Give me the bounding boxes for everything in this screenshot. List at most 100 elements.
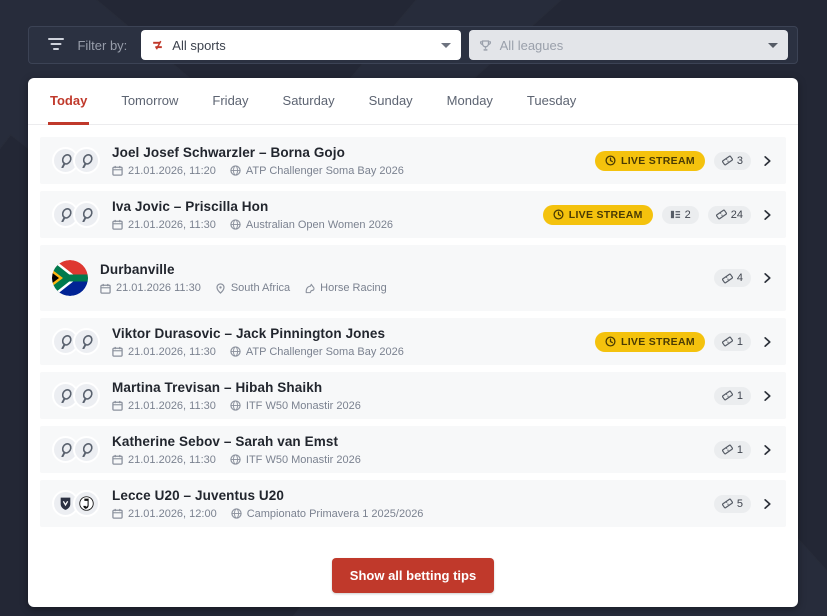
tips-count-pill: 4 — [714, 269, 751, 287]
tennis-racket-icon — [73, 436, 100, 463]
calendar-icon — [112, 219, 123, 230]
event-flag — [52, 260, 88, 296]
tab-saturday[interactable]: Saturday — [281, 78, 337, 125]
show-all-betting-tips-button[interactable]: Show all betting tips — [332, 558, 494, 593]
match-league: ITF W50 Monastir 2026 — [230, 454, 361, 466]
chevron-right-icon[interactable] — [760, 271, 774, 285]
leagues-dropdown[interactable]: All leagues — [469, 30, 788, 60]
globe-icon — [230, 400, 241, 411]
globe-icon — [230, 219, 241, 230]
calendar-icon — [112, 165, 123, 176]
chevron-right-icon[interactable] — [760, 443, 774, 457]
globe-icon — [231, 508, 242, 519]
chevron-right-icon[interactable] — [760, 154, 774, 168]
chevron-right-icon[interactable] — [760, 335, 774, 349]
match-league: ITF W50 Monastir 2026 — [230, 400, 361, 412]
match-row[interactable]: Viktor Durasovic – Jack Pinnington Jones… — [40, 318, 786, 365]
match-title: Joel Josef Schwarzler – Borna Gojo — [112, 145, 404, 160]
match-row[interactable]: Lecce U20 – Juventus U20 21.01.2026, 12:… — [40, 480, 786, 527]
ticket-icon — [722, 155, 733, 166]
tennis-racket-icon — [73, 147, 100, 174]
day-tabs: Today Tomorrow Friday Saturday Sunday Mo… — [28, 78, 798, 125]
chevron-down-icon — [768, 43, 778, 48]
calendar-icon — [112, 400, 123, 411]
location-pin-icon — [215, 283, 226, 294]
horse-icon — [304, 283, 315, 294]
chevron-right-icon[interactable] — [760, 389, 774, 403]
chevron-down-icon — [441, 43, 451, 48]
player-avatars — [52, 382, 100, 409]
ticket-icon — [722, 336, 733, 347]
player-avatars — [52, 328, 100, 355]
match-datetime: 21.01.2026, 11:30 — [112, 400, 216, 412]
chevron-right-icon[interactable] — [760, 208, 774, 222]
player-avatars — [52, 201, 100, 228]
live-stream-badge: LIVE STREAM — [595, 151, 705, 171]
tennis-racket-icon — [73, 328, 100, 355]
match-datetime: 21.01.2026, 11:30 — [112, 454, 216, 466]
match-datetime: 21.01.2026, 11:20 — [112, 165, 216, 177]
filter-by-label: Filter by: — [77, 38, 127, 53]
tab-monday[interactable]: Monday — [445, 78, 495, 125]
calendar-icon — [112, 346, 123, 357]
calendar-icon — [112, 508, 123, 519]
globe-icon — [230, 165, 241, 176]
team-badges — [52, 490, 100, 517]
sports-dropdown[interactable]: All sports — [141, 30, 460, 60]
match-row[interactable]: Joel Josef Schwarzler – Borna Gojo 21.01… — [40, 137, 786, 184]
match-row[interactable]: Martina Trevisan – Hibah Shaikh 21.01.20… — [40, 372, 786, 419]
ticket-icon — [722, 390, 733, 401]
match-league: ATP Challenger Soma Bay 2026 — [230, 165, 404, 177]
match-league: Campionato Primavera 1 2025/2026 — [231, 508, 424, 520]
match-datetime: 21.01.2026, 11:30 — [112, 219, 216, 231]
clock-icon — [605, 336, 616, 347]
live-stream-badge: LIVE STREAM — [543, 205, 653, 225]
leagues-dropdown-value: All leagues — [500, 38, 564, 53]
juventus-club-badge-icon — [73, 490, 100, 517]
news-count-pill: 2 — [662, 206, 699, 224]
ticket-icon — [716, 209, 727, 220]
page: Filter by: All sports All leagues Today … — [0, 0, 827, 616]
globe-icon — [230, 346, 241, 357]
chevron-right-icon[interactable] — [760, 497, 774, 511]
tab-today[interactable]: Today — [48, 78, 89, 125]
betting-tips-card: Today Tomorrow Friday Saturday Sunday Mo… — [28, 78, 798, 607]
match-title: Viktor Durasovic – Jack Pinnington Jones — [112, 326, 404, 341]
sports-icon — [151, 39, 164, 52]
player-avatars — [52, 147, 100, 174]
tennis-racket-icon — [73, 201, 100, 228]
match-datetime: 21.01.2026, 12:00 — [112, 508, 217, 520]
match-country: South Africa — [215, 282, 290, 294]
trophy-icon — [479, 39, 492, 52]
filter-lines-icon — [46, 38, 65, 52]
tips-count-pill: 3 — [714, 152, 751, 170]
tips-count-pill: 24 — [708, 206, 751, 224]
match-sport: Horse Racing — [304, 282, 387, 294]
ticket-icon — [722, 498, 733, 509]
card-footer: Show all betting tips — [28, 552, 798, 607]
globe-icon — [230, 454, 241, 465]
match-datetime: 21.01.2026 11:30 — [100, 282, 201, 294]
clock-icon — [553, 209, 564, 220]
live-stream-badge: LIVE STREAM — [595, 332, 705, 352]
match-title: Lecce U20 – Juventus U20 — [112, 488, 423, 503]
list-icon — [670, 209, 681, 220]
match-row[interactable]: Katherine Sebov – Sarah van Emst 21.01.2… — [40, 426, 786, 473]
tab-tuesday[interactable]: Tuesday — [525, 78, 578, 125]
tips-count-pill: 1 — [714, 441, 751, 459]
calendar-icon — [100, 283, 111, 294]
match-league: ATP Challenger Soma Bay 2026 — [230, 346, 404, 358]
tips-count-pill: 1 — [714, 333, 751, 351]
ticket-icon — [722, 444, 733, 455]
tab-tomorrow[interactable]: Tomorrow — [119, 78, 180, 125]
match-datetime: 21.01.2026, 11:30 — [112, 346, 216, 358]
match-title: Martina Trevisan – Hibah Shaikh — [112, 380, 361, 395]
sports-dropdown-value: All sports — [172, 38, 225, 53]
tennis-racket-icon — [73, 382, 100, 409]
match-league: Australian Open Women 2026 — [230, 219, 393, 231]
tab-friday[interactable]: Friday — [210, 78, 250, 125]
match-row[interactable]: Durbanville 21.01.2026 11:30 South Afric… — [40, 245, 786, 311]
match-row[interactable]: Iva Jovic – Priscilla Hon 21.01.2026, 11… — [40, 191, 786, 238]
match-list: Joel Josef Schwarzler – Borna Gojo 21.01… — [28, 125, 798, 552]
tab-sunday[interactable]: Sunday — [367, 78, 415, 125]
